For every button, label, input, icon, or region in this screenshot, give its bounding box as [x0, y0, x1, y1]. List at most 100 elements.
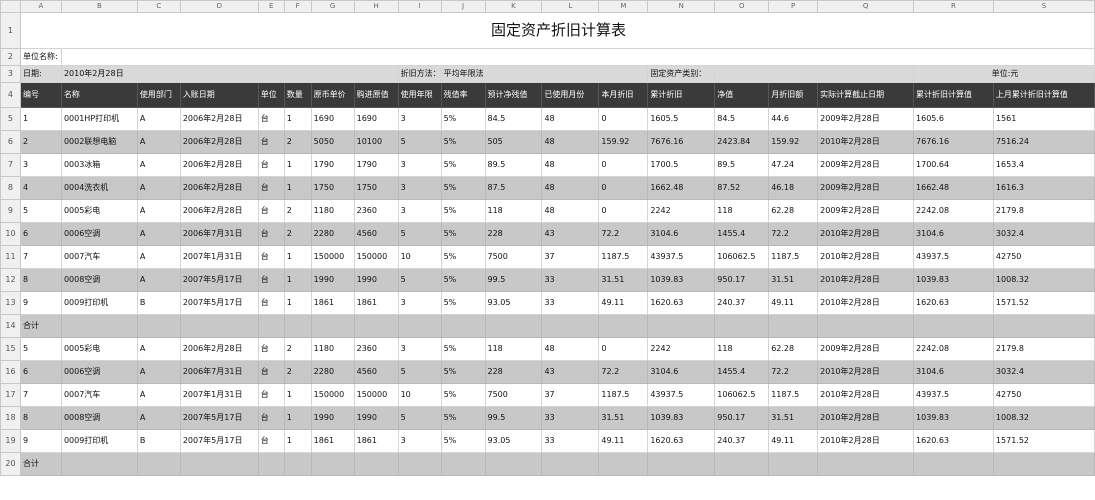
- table-cell[interactable]: 2010年2月28日: [817, 360, 915, 384]
- table-cell[interactable]: 159.92: [768, 130, 819, 154]
- column-letter[interactable]: A: [19, 0, 62, 13]
- row-number[interactable]: 5: [0, 107, 21, 131]
- table-cell[interactable]: 5%: [440, 337, 486, 361]
- table-cell[interactable]: [647, 452, 716, 476]
- table-cell[interactable]: 3032.4: [992, 360, 1095, 384]
- table-cell[interactable]: 1990: [310, 268, 355, 292]
- row-number[interactable]: 4: [0, 82, 21, 108]
- table-cell[interactable]: 10: [397, 245, 442, 269]
- table-cell[interactable]: 228: [484, 360, 543, 384]
- table-cell[interactable]: 2007年5月17日: [179, 268, 259, 292]
- table-cell[interactable]: 31.51: [768, 268, 819, 292]
- table-cell[interactable]: 2010年2月28日: [817, 406, 915, 430]
- column-title[interactable]: 实际计算截止日期: [817, 82, 915, 108]
- row-number[interactable]: 19: [0, 429, 21, 453]
- table-cell[interactable]: 118: [714, 337, 770, 361]
- table-cell[interactable]: 台: [257, 199, 285, 223]
- table-cell[interactable]: 1180: [310, 199, 355, 223]
- table-cell[interactable]: 118: [714, 199, 770, 223]
- table-cell[interactable]: 5%: [440, 268, 486, 292]
- column-title[interactable]: 本月折旧: [598, 82, 649, 108]
- column-letter[interactable]: J: [440, 0, 486, 13]
- table-cell[interactable]: 1180: [310, 337, 355, 361]
- column-title[interactable]: 累计折旧: [647, 82, 716, 108]
- table-cell[interactable]: 43: [541, 222, 600, 246]
- row-number[interactable]: 20: [0, 452, 21, 476]
- column-letter[interactable]: M: [598, 0, 649, 13]
- row-number[interactable]: 3: [0, 65, 21, 83]
- table-cell[interactable]: 2242.08: [913, 199, 994, 223]
- table-cell[interactable]: 3: [397, 199, 442, 223]
- table-cell[interactable]: 0001HP打印机: [60, 107, 138, 131]
- table-cell[interactable]: 43937.5: [647, 383, 716, 407]
- table-cell[interactable]: 33: [541, 406, 600, 430]
- row-number[interactable]: 7: [0, 153, 21, 177]
- table-cell[interactable]: 10100: [353, 130, 399, 154]
- table-cell[interactable]: [992, 452, 1095, 476]
- table-cell[interactable]: [397, 314, 442, 338]
- table-cell[interactable]: 2007年5月17日: [179, 291, 259, 315]
- table-cell[interactable]: 240.37: [714, 429, 770, 453]
- table-cell[interactable]: B: [136, 291, 181, 315]
- table-cell[interactable]: 49.11: [598, 429, 649, 453]
- table-cell[interactable]: 2242.08: [913, 337, 994, 361]
- column-letter[interactable]: S: [992, 0, 1095, 13]
- table-cell[interactable]: 8: [19, 268, 62, 292]
- column-letter[interactable]: C: [136, 0, 181, 13]
- table-cell[interactable]: [60, 452, 138, 476]
- table-cell[interactable]: 46.18: [768, 176, 819, 200]
- table-cell[interactable]: 5: [19, 199, 62, 223]
- table-cell[interactable]: [541, 452, 600, 476]
- table-cell[interactable]: 48: [541, 107, 600, 131]
- table-cell[interactable]: 159.92: [598, 130, 649, 154]
- table-cell[interactable]: 505: [484, 130, 543, 154]
- table-cell[interactable]: 33: [541, 429, 600, 453]
- table-cell[interactable]: [179, 452, 259, 476]
- table-cell[interactable]: 93.05: [484, 291, 543, 315]
- table-cell[interactable]: 2242: [647, 199, 716, 223]
- table-cell[interactable]: 1: [283, 406, 312, 430]
- table-cell[interactable]: 1750: [353, 176, 399, 200]
- column-title[interactable]: 数量: [283, 82, 312, 108]
- table-cell[interactable]: A: [136, 406, 181, 430]
- unit-name-value[interactable]: [60, 48, 1095, 66]
- table-cell[interactable]: 118: [484, 199, 543, 223]
- column-title[interactable]: 入账日期: [179, 82, 259, 108]
- table-cell[interactable]: 2006年7月31日: [179, 222, 259, 246]
- column-title[interactable]: 上月累计折旧计算值: [992, 82, 1095, 108]
- table-cell[interactable]: 5%: [440, 176, 486, 200]
- table-cell[interactable]: 5%: [440, 291, 486, 315]
- table-cell[interactable]: [440, 314, 486, 338]
- table-cell[interactable]: 2006年2月28日: [179, 130, 259, 154]
- date-value[interactable]: 2010年2月28日: [60, 65, 399, 83]
- table-cell[interactable]: 1571.52: [992, 291, 1095, 315]
- table-cell[interactable]: [283, 314, 312, 338]
- table-cell[interactable]: 1008.32: [992, 268, 1095, 292]
- table-cell[interactable]: 台: [257, 222, 285, 246]
- column-letter[interactable]: E: [257, 0, 285, 13]
- table-cell[interactable]: 合计: [19, 314, 62, 338]
- table-cell[interactable]: 3: [397, 176, 442, 200]
- column-letter[interactable]: R: [913, 0, 994, 13]
- table-cell[interactable]: 5%: [440, 383, 486, 407]
- column-title[interactable]: 单位: [257, 82, 285, 108]
- table-cell[interactable]: 1039.83: [913, 406, 994, 430]
- table-cell[interactable]: 950.17: [714, 268, 770, 292]
- table-cell[interactable]: [541, 314, 600, 338]
- unit-name-label[interactable]: 单位名称:: [19, 48, 62, 66]
- table-cell[interactable]: 1861: [310, 429, 355, 453]
- table-cell[interactable]: 99.5: [484, 406, 543, 430]
- category-label[interactable]: 固定资产类别：: [647, 65, 716, 83]
- table-cell[interactable]: 3104.6: [913, 222, 994, 246]
- date-label[interactable]: 日期:: [19, 65, 62, 83]
- table-cell[interactable]: 72.2: [598, 360, 649, 384]
- table-cell[interactable]: 0008空调: [60, 268, 138, 292]
- table-cell[interactable]: [714, 314, 770, 338]
- column-letter[interactable]: F: [283, 0, 312, 13]
- table-cell[interactable]: 5%: [440, 429, 486, 453]
- column-letter[interactable]: N: [647, 0, 716, 13]
- table-cell[interactable]: 5: [397, 360, 442, 384]
- table-cell[interactable]: 2006年2月28日: [179, 337, 259, 361]
- table-cell[interactable]: 150000: [310, 245, 355, 269]
- table-cell[interactable]: 2: [19, 130, 62, 154]
